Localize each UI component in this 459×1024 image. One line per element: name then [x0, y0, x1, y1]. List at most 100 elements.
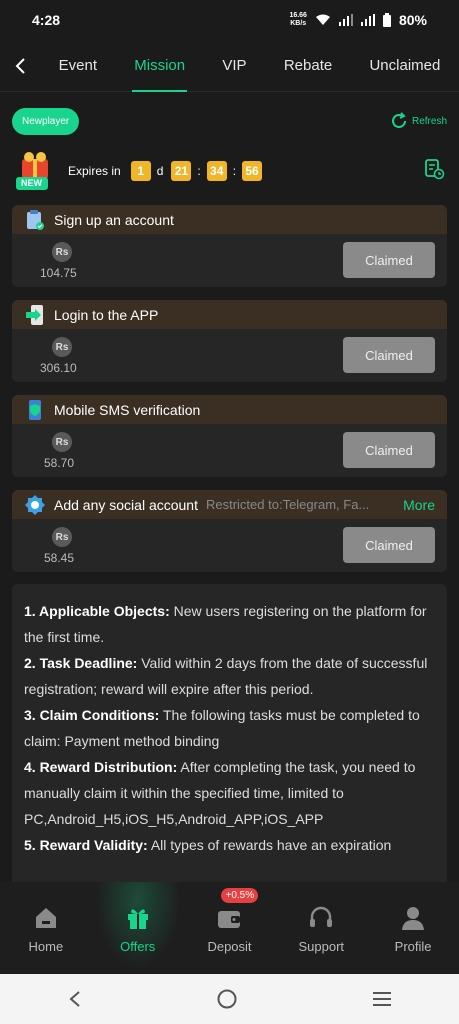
task-card-login: Login to the APP Rs 306.10 Claimed [12, 300, 447, 382]
nav-home[interactable]: Home [0, 882, 92, 974]
rule-title: 4. Reward Distribution: [24, 759, 178, 775]
signal-icon [338, 14, 353, 26]
history-button[interactable] [423, 158, 445, 185]
nav-profile[interactable]: Profile [367, 882, 459, 974]
mission-header: Newplayer Refresh [12, 106, 447, 136]
clipboard-check-icon [27, 209, 44, 230]
countdown-days: 1 [130, 161, 151, 181]
reward-amount: 306.10 [40, 361, 77, 375]
document-clock-icon [425, 158, 445, 179]
gift-icon [127, 908, 148, 929]
claimed-button[interactable]: Claimed [343, 432, 435, 468]
rule-item: 2. Task Deadline: Valid within 2 days fr… [24, 650, 435, 702]
social-badge-icon [25, 494, 45, 515]
rupee-coin-icon: Rs [52, 432, 72, 452]
net-speed: 16.66 KB/s [289, 12, 307, 27]
task-header: Mobile SMS verification [12, 395, 447, 424]
reward-amount: 58.45 [44, 551, 75, 565]
chevron-left-icon [15, 57, 25, 74]
home-icon [35, 907, 56, 928]
claimed-button[interactable]: Claimed [343, 527, 435, 563]
login-arrow-icon [26, 304, 43, 325]
nav-label: Profile [394, 938, 432, 954]
nav-label: Offers [120, 938, 156, 954]
wallet-icon [218, 910, 241, 928]
new-badge-text: NEW [21, 178, 42, 188]
nav-deposit[interactable]: +0.5% Deposit [184, 882, 276, 974]
tab-mission[interactable]: Mission [132, 40, 187, 92]
deposit-bonus-badge: +0.5% [221, 888, 259, 903]
mission-content[interactable]: Newplayer Refresh NEW Expires in 1 d 21 … [0, 92, 459, 882]
countdown-separator: : [232, 164, 237, 178]
home-circle-icon[interactable] [216, 988, 238, 1010]
phone-shield-icon [29, 399, 41, 420]
refresh-icon [392, 112, 406, 128]
bottom-nav: Home Offers +0.5% Deposit Support Profil… [0, 882, 459, 974]
more-link[interactable]: More [403, 497, 435, 513]
tab-vip[interactable]: VIP [220, 40, 248, 92]
rupee-coin-icon: Rs [52, 527, 72, 547]
signal-icon [360, 14, 375, 26]
countdown-row: NEW Expires in 1 d 21 : 34 : 56 [14, 148, 445, 194]
rupee-coin-icon: Rs [52, 337, 72, 357]
countdown-hours: 21 [171, 161, 192, 181]
status-icons: 16.66 KB/s 80% [289, 12, 427, 28]
back-button[interactable] [0, 40, 40, 92]
rule-title: 1. Applicable Objects: [24, 603, 170, 619]
claimed-button[interactable]: Claimed [343, 337, 435, 373]
system-nav-bar [0, 974, 459, 1024]
tab-event[interactable]: Event [57, 40, 99, 92]
nav-support[interactable]: Support [275, 882, 367, 974]
day-unit: d [156, 164, 164, 178]
task-card-signup: Sign up an account Rs 104.75 Claimed [12, 205, 447, 287]
countdown-separator: : [197, 164, 201, 178]
task-body: Rs 306.10 Claimed [12, 329, 447, 382]
rule-text: All types of rewards have an expiration [147, 837, 392, 853]
rule-title: 3. Claim Conditions: [24, 707, 160, 723]
rule-item: 1. Applicable Objects: New users registe… [24, 598, 435, 650]
battery-percent: 80% [398, 12, 427, 28]
refresh-label: Refresh [411, 115, 447, 127]
task-title: Login to the APP [54, 306, 159, 323]
tab-rebate[interactable]: Rebate [282, 40, 334, 92]
task-header: Sign up an account [12, 205, 447, 234]
task-title: Sign up an account [54, 211, 174, 228]
rule-item: 5. Reward Validity: All types of rewards… [24, 832, 435, 858]
task-header: Add any social account Restricted to:Tel… [12, 490, 447, 519]
reward-amount: 104.75 [40, 266, 77, 280]
rule-title: 2. Task Deadline: [24, 655, 138, 671]
task-title: Add any social account [54, 496, 198, 513]
top-nav: Event Mission VIP Rebate Unclaimed [0, 40, 459, 92]
rupee-coin-icon: Rs [52, 242, 72, 262]
nav-label: Support [298, 938, 345, 954]
nav-label: Deposit [207, 938, 252, 954]
nav-label: Home [28, 938, 64, 954]
new-gift-badge: NEW [14, 149, 58, 193]
tab-unclaimed[interactable]: Unclaimed [367, 40, 442, 92]
task-body: Rs 104.75 Claimed [12, 234, 447, 287]
rule-item: 4. Reward Distribution: After completing… [24, 754, 435, 832]
rule-title: 5. Reward Validity: [24, 837, 148, 853]
rule-item: 3. Claim Conditions: The following tasks… [24, 702, 435, 754]
refresh-button[interactable]: Refresh [390, 112, 447, 130]
task-restriction: Restricted to:Telegram, Fa... [205, 497, 370, 512]
wifi-icon [315, 14, 330, 25]
task-card-social: Add any social account Restricted to:Tel… [12, 490, 447, 572]
task-header: Login to the APP [12, 300, 447, 329]
recents-menu-icon[interactable] [371, 990, 393, 1008]
status-time: 4:28 [32, 12, 61, 28]
nav-offers[interactable]: Offers [91, 882, 184, 974]
expires-label: Expires in [68, 164, 121, 178]
countdown-minutes: 34 [206, 161, 227, 181]
back-triangle-icon[interactable] [67, 990, 83, 1008]
status-bar: 4:28 16.66 KB/s 80% [0, 0, 459, 40]
newplayer-button[interactable]: Newplayer [12, 107, 80, 135]
battery-icon [382, 13, 391, 27]
headset-icon [310, 906, 333, 927]
profile-icon [402, 906, 425, 930]
countdown-seconds: 56 [242, 161, 263, 181]
task-title: Mobile SMS verification [54, 401, 201, 418]
reward-amount: 58.70 [44, 456, 75, 470]
rules-panel: 1. Applicable Objects: New users registe… [12, 584, 447, 882]
claimed-button[interactable]: Claimed [343, 242, 435, 278]
